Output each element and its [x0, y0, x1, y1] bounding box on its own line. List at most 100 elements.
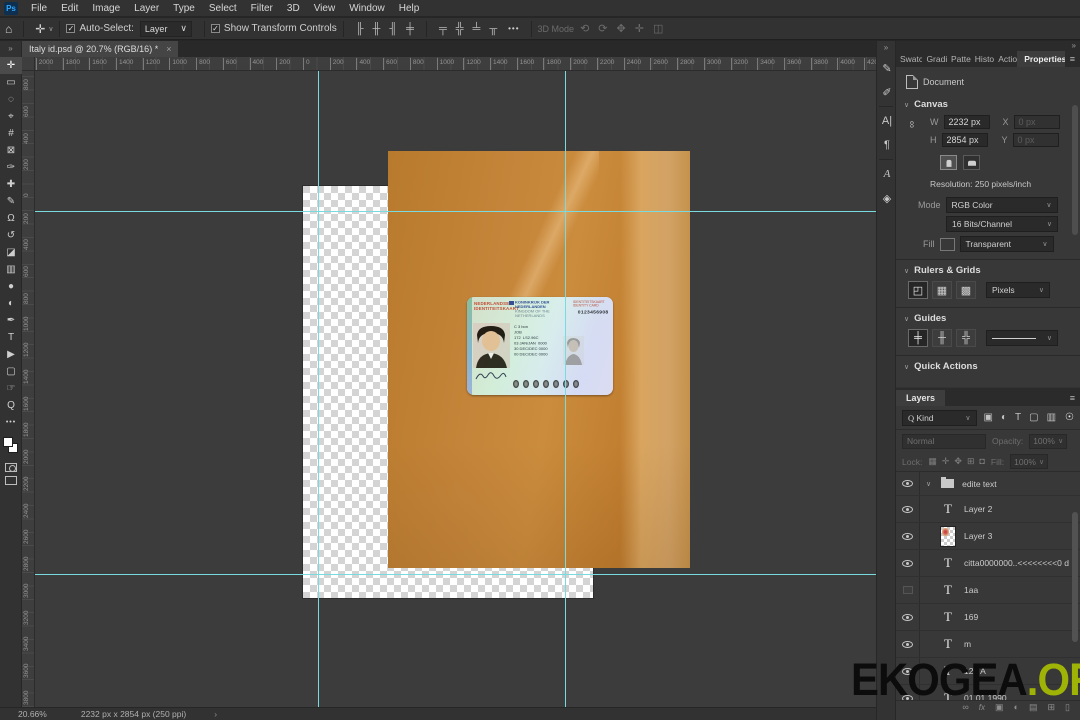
rulers-grids-button-2[interactable]: ▩ [956, 281, 976, 299]
shape-tool-icon[interactable]: ▢ [0, 363, 22, 380]
eye-icon[interactable] [902, 532, 913, 540]
menu-item-window[interactable]: Window [342, 0, 392, 17]
more-options-icon[interactable]: ••• [503, 24, 524, 33]
align-icon-3[interactable]: ╪ [406, 23, 414, 35]
layers-scrollbar[interactable] [1072, 512, 1078, 642]
link-dimensions-icon[interactable]: ∞ [906, 121, 917, 128]
menu-item-type[interactable]: Type [166, 0, 202, 17]
rulers-grids-button-1[interactable]: ▦ [932, 281, 952, 299]
expand-dock-icon[interactable]: » [877, 41, 895, 56]
portrait-orientation-button[interactable] [940, 155, 957, 170]
edit-toolbar-icon[interactable]: ••• [0, 414, 22, 431]
align-icon-1[interactable]: ╫ [373, 23, 381, 35]
zoom-level-field[interactable]: 20.66% [18, 709, 47, 719]
guide-style-dropdown[interactable]: ∨ [986, 330, 1058, 346]
guides-button-2[interactable]: ╬ [956, 329, 976, 347]
eye-icon[interactable] [902, 505, 913, 513]
panel-tab-patte[interactable]: Patte [947, 51, 971, 67]
panel-menu-icon[interactable]: ≡ [1065, 393, 1080, 406]
collapse-dock-icon[interactable]: » [1072, 41, 1076, 50]
brushes-panel-icon[interactable]: ✐ [877, 80, 897, 104]
filter-kind-dropdown[interactable]: Q Kind ∨ [902, 409, 977, 426]
visibility-cell[interactable] [896, 496, 920, 522]
3d-mode-icon-1[interactable]: ⟳ [598, 22, 607, 35]
lock-icon-1[interactable]: ✛ [942, 456, 950, 467]
character-panel-icon[interactable]: A| [877, 109, 897, 133]
menu-item-select[interactable]: Select [202, 0, 244, 17]
color-mode-dropdown[interactable]: RGB Color ∨ [945, 197, 1058, 213]
filter-icon-3[interactable]: ▢ [1029, 412, 1038, 423]
move-tool-icon[interactable]: ✛ [0, 57, 22, 74]
color-swatches[interactable] [0, 435, 22, 459]
show-transform-checkbox[interactable]: ✓ [210, 24, 220, 33]
layer-row[interactable]: ∨ edite text [896, 472, 1080, 496]
guide-horizontal[interactable] [35, 574, 876, 575]
menu-item-filter[interactable]: Filter [244, 0, 280, 17]
canvas-viewport[interactable]: NEDERLANDSE IDENTITEITSKAART KONINKRIJK … [35, 71, 876, 707]
guides-section-header[interactable]: ∨ Guides [904, 313, 946, 324]
foreground-color-swatch[interactable] [3, 437, 13, 447]
filter-toggle-icon[interactable]: ☉ [1065, 412, 1074, 423]
menu-item-layer[interactable]: Layer [127, 0, 166, 17]
layer-row[interactable]: T 169 [896, 604, 1080, 631]
3d-mode-icon-2[interactable]: ✥ [617, 22, 626, 35]
collapse-toolbar-icon[interactable]: » [0, 41, 21, 57]
align-icon-2[interactable]: ╢ [389, 23, 397, 35]
eye-icon[interactable] [902, 559, 913, 567]
screen-mode-icon[interactable] [4, 476, 17, 485]
height-field[interactable]: 2854 px [941, 133, 988, 147]
auto-select-checkbox[interactable]: ✓ [66, 24, 76, 33]
fill-dropdown[interactable]: Transparent ∨ [959, 236, 1054, 252]
dodge-tool-icon[interactable]: ◐ [0, 295, 22, 312]
glyphs-panel-icon[interactable]: A [877, 162, 897, 186]
lock-icon-0[interactable]: ▦ [928, 456, 937, 467]
document-tab[interactable]: Italy id.psd @ 20.7% (RGB/16) * × [22, 41, 179, 57]
layer-row[interactable]: T 1aa [896, 577, 1080, 604]
layer-row[interactable]: Tcitta0000000..<<<<<<<<0 d [896, 550, 1080, 577]
3d-mode-icon-3[interactable]: ✛ [635, 22, 644, 35]
visibility-cell[interactable] [896, 604, 920, 630]
object-selection-tool-icon[interactable]: ⌖ [0, 108, 22, 125]
units-dropdown[interactable]: Pixels ∨ [986, 282, 1050, 298]
eye-icon[interactable] [902, 480, 913, 487]
menu-item-edit[interactable]: Edit [54, 0, 85, 17]
healing-brush-tool-icon[interactable]: ✚ [0, 176, 22, 193]
eraser-tool-icon[interactable]: ◪ [0, 244, 22, 261]
layers-tab[interactable]: Layers [896, 390, 946, 406]
move-tool-preset-icon[interactable]: ✛ [30, 22, 50, 36]
crop-tool-icon[interactable]: # [0, 125, 22, 142]
menu-item-view[interactable]: View [307, 0, 343, 17]
align-icon-0[interactable]: ╟ [356, 23, 364, 35]
guides-button-1[interactable]: ╫ [932, 329, 952, 347]
quick-actions-section-header[interactable]: ∨ Quick Actions [904, 361, 978, 372]
distribute-icon-3[interactable]: ╥ [489, 23, 497, 35]
clone-stamp-tool-icon[interactable]: Ω [0, 210, 22, 227]
panel-tab-properties[interactable]: Properties [1017, 51, 1065, 67]
distribute-icon-0[interactable]: ╤ [439, 23, 447, 35]
rulers-grids-section-header[interactable]: ∨ Rulers & Grids [904, 265, 981, 276]
panel-tab-swatc[interactable]: Swatc [896, 51, 922, 67]
brush-settings-panel-icon[interactable]: ✎ [877, 56, 897, 80]
3d-mode-icon-0[interactable]: ⟲ [580, 22, 589, 35]
menu-item-file[interactable]: File [24, 0, 54, 17]
guide-horizontal[interactable] [35, 211, 876, 212]
lasso-tool-icon[interactable]: ◌ [0, 91, 22, 108]
layer-row[interactable]: Layer 3 [896, 523, 1080, 550]
close-icon[interactable]: × [166, 44, 171, 54]
filter-icon-4[interactable]: ▥ [1047, 412, 1056, 423]
guide-vertical[interactable] [318, 71, 319, 707]
canvas-section-header[interactable]: ∨ Canvas [904, 99, 948, 110]
history-brush-tool-icon[interactable]: ↺ [0, 227, 22, 244]
paragraph-panel-icon[interactable]: ¶ [877, 133, 897, 157]
menu-item-help[interactable]: Help [392, 0, 427, 17]
layer-thumbnail[interactable] [940, 525, 956, 547]
panel-tab-menu-icon[interactable]: ≡ [1065, 54, 1080, 67]
vertical-ruler[interactable]: 800 600 400 200 0 200 400 600 800 1000 1200 1400 160… [22, 71, 35, 707]
chevron-down-icon[interactable]: ∨ [48, 25, 53, 33]
home-icon[interactable]: ⌂ [0, 22, 17, 36]
gradient-tool-icon[interactable]: ▥ [0, 261, 22, 278]
distribute-icon-1[interactable]: ╬ [456, 23, 464, 35]
menu-item-3d[interactable]: 3D [280, 0, 307, 17]
frame-tool-icon[interactable]: ⊠ [0, 142, 22, 159]
bit-depth-dropdown[interactable]: 16 Bits/Channel ∨ [946, 216, 1058, 232]
